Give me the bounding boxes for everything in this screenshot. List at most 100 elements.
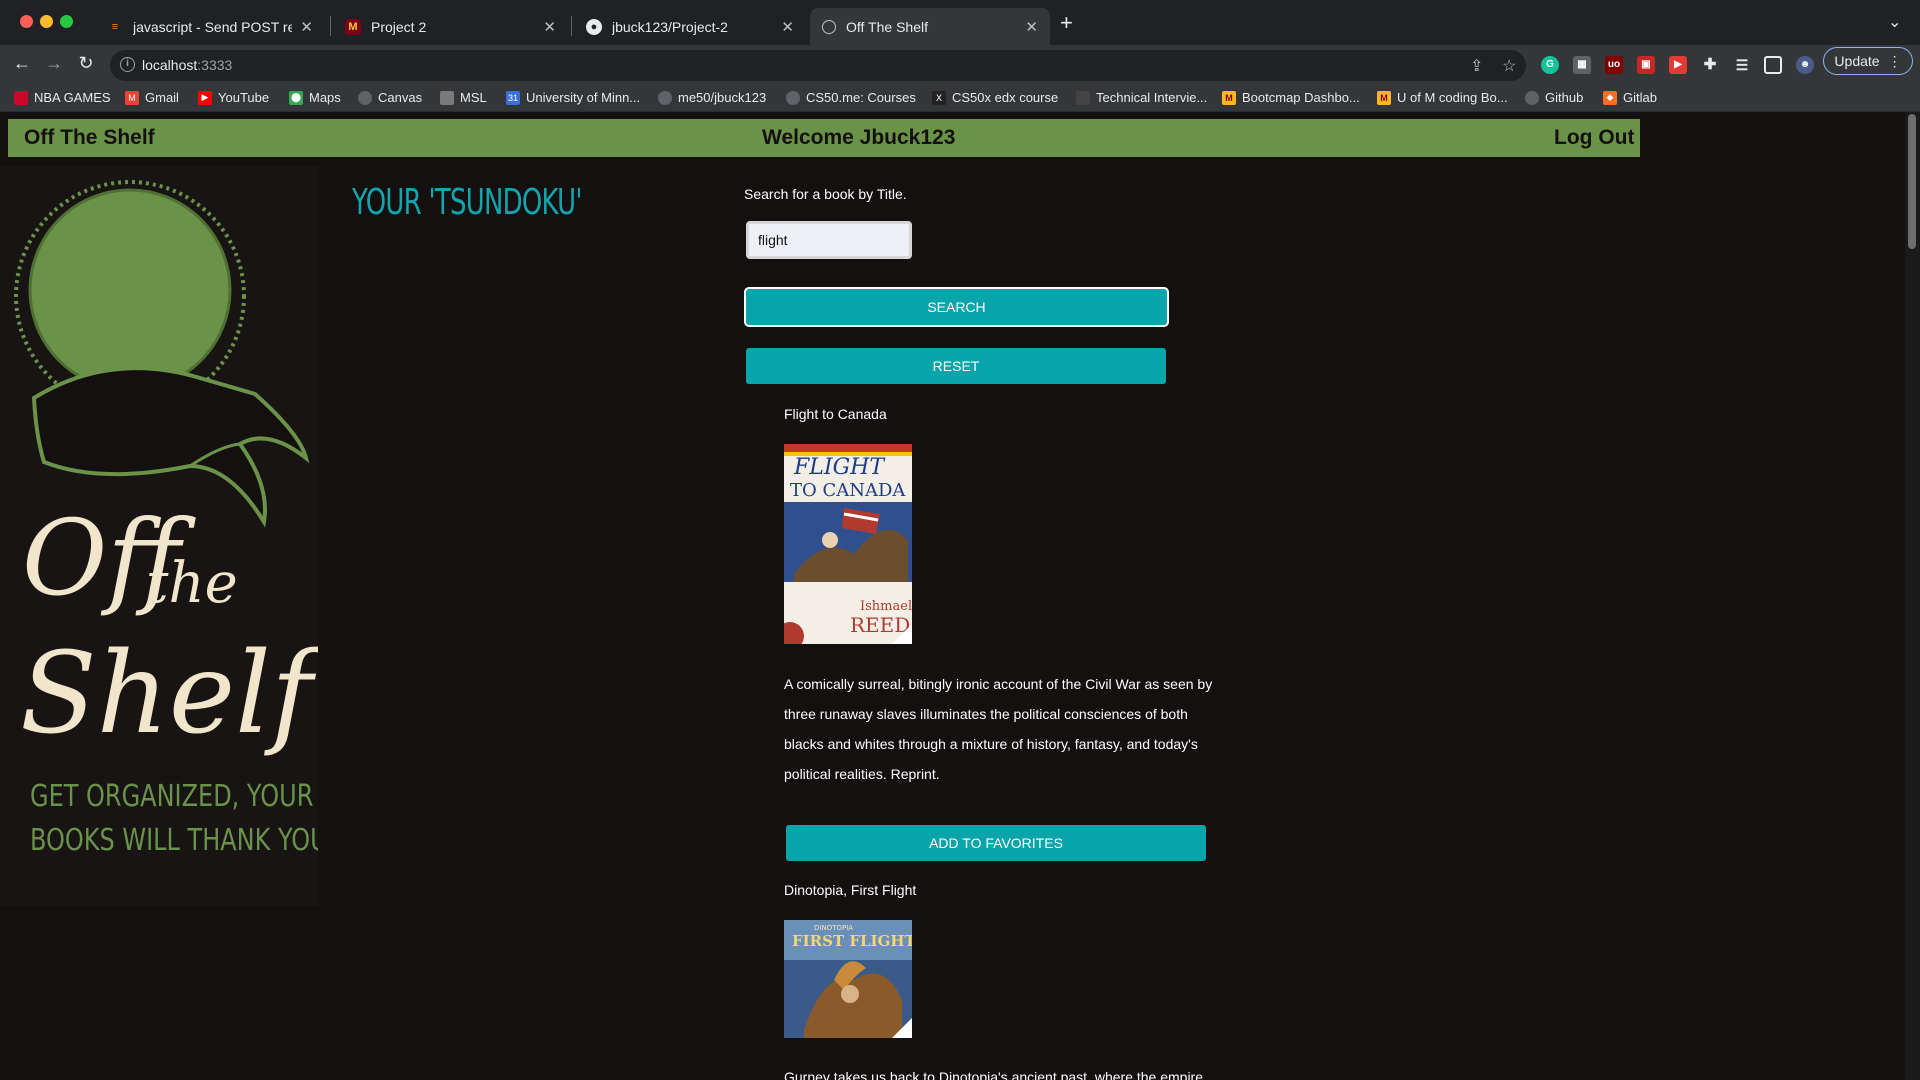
tab-title: Off The Shelf — [846, 18, 928, 35]
tab-search-icon[interactable]: ⌄ — [1888, 12, 1901, 32]
side-panel-icon[interactable] — [1764, 56, 1782, 74]
close-tab-icon[interactable]: ✕ — [1025, 18, 1038, 36]
bookmark-star-icon[interactable]: ☆ — [1502, 56, 1516, 76]
svg-text:GET ORGANIZED, YOUR: GET ORGANIZED, YOUR — [30, 779, 314, 813]
search-button[interactable]: SEARCH — [744, 287, 1169, 327]
reset-button[interactable]: RESET — [746, 348, 1166, 384]
svg-text:the: the — [146, 551, 238, 616]
globe-icon — [822, 19, 836, 34]
scrollbar-thumb[interactable] — [1908, 114, 1916, 249]
close-tab-icon[interactable]: ✕ — [300, 18, 313, 36]
browser-tab[interactable]: ● jbuck123/Project-2 ✕ — [574, 8, 806, 45]
tab-title: Project 2 — [371, 18, 427, 35]
page-scrollbar[interactable] — [1905, 112, 1920, 1080]
address-bar[interactable]: i localhost:3333 ⇪ ☆ — [110, 50, 1526, 81]
bookmark-nba-games[interactable]: NBA GAMES — [14, 90, 111, 105]
umn-icon: M — [345, 18, 361, 35]
off-the-shelf-logo: Off the Shelf GET ORGANIZED, YOUR BOOKS … — [14, 180, 330, 858]
page-viewport: Off The Shelf Welcome Jbuck123 Log Out O… — [0, 112, 1920, 1080]
book-description: Gurney takes us back to Dinotopia's anci… — [784, 1069, 1204, 1080]
close-tab-icon[interactable]: ✕ — [543, 18, 556, 36]
bookmark-canvas[interactable]: Canvas — [358, 90, 422, 105]
umn-icon: M — [1222, 90, 1236, 105]
browser-tab[interactable]: M Project 2 ✕ — [333, 8, 568, 45]
welcome-text: Welcome Jbuck123 — [762, 126, 956, 149]
svg-text:REED: REED — [850, 613, 910, 637]
edx-icon: X — [932, 90, 946, 105]
book-title: Dinotopia, First Flight — [784, 882, 917, 898]
browser-tab-active[interactable]: Off The Shelf ✕ — [810, 8, 1050, 45]
bookmark-msl[interactable]: MSL — [440, 90, 487, 105]
back-button[interactable]: ← — [10, 53, 34, 74]
bookmark-me50[interactable]: me50/jbuck123 — [658, 90, 766, 105]
tab-divider — [571, 16, 572, 36]
bookmark-u-of-m-coding[interactable]: MU of M coding Bo... — [1377, 90, 1508, 105]
grammarly-extension-icon[interactable]: G — [1541, 56, 1559, 74]
extensions-puzzle-icon[interactable]: ✚ — [1701, 56, 1719, 74]
svg-text:FLIGHT: FLIGHT — [793, 455, 886, 480]
bookmark-cs50-courses[interactable]: CS50.me: Courses — [786, 90, 916, 105]
bookmark-cs50x-edx[interactable]: X CS50x edx course — [932, 90, 1058, 105]
nba-icon — [14, 90, 28, 105]
reload-button[interactable]: ↻ — [74, 53, 98, 74]
book-description: A comically surreal, bitingly ironic acc… — [784, 676, 1213, 782]
logout-link[interactable]: Log Out — [1554, 126, 1634, 150]
profile-avatar[interactable]: ☻ — [1796, 56, 1814, 74]
globe-icon — [358, 90, 372, 105]
svg-text:BOOKS WILL THANK YOU: BOOKS WILL THANK YOU — [30, 823, 318, 857]
globe-icon — [786, 90, 800, 105]
calendar-icon: 31 — [506, 90, 520, 105]
bookmark-technical-interview[interactable]: Technical Intervie... — [1076, 90, 1207, 105]
github-icon — [1525, 90, 1539, 105]
gmail-icon: M — [125, 90, 139, 105]
book-cover-image: DINOTOPIA FIRST FLIGHT — [784, 920, 912, 1038]
logo-panel: Off the Shelf GET ORGANIZED, YOUR BOOKS … — [0, 166, 330, 906]
book-cover-image: FLIGHT TO CANADA Ishmael REED — [784, 444, 912, 644]
browser-toolbar: ← → ↻ i localhost:3333 ⇪ ☆ G ▦ uo ▣ ▶ ✚ … — [0, 45, 1920, 86]
maps-icon: ⬤ — [289, 90, 303, 105]
qr-extension-icon[interactable]: ▦ — [1573, 56, 1591, 74]
bookmark-university-of-minn[interactable]: 31 University of Minn... — [506, 90, 640, 105]
book-title: Flight to Canada — [784, 406, 887, 422]
msl-icon — [440, 90, 454, 105]
ublock-extension-icon[interactable]: uo — [1605, 56, 1623, 74]
minimize-window-button[interactable] — [40, 15, 53, 28]
brand-link[interactable]: Off The Shelf — [24, 126, 155, 150]
github-icon — [658, 90, 672, 105]
search-input[interactable] — [746, 221, 912, 259]
reading-list-icon[interactable]: ☰ — [1733, 56, 1751, 74]
book-icon — [1076, 90, 1090, 105]
maximize-window-button[interactable] — [60, 15, 73, 28]
umn-icon: M — [1377, 90, 1391, 105]
svg-text:DINOTOPIA: DINOTOPIA — [814, 924, 853, 932]
new-tab-button[interactable]: + — [1060, 10, 1073, 36]
add-to-favorites-button[interactable]: ADD TO FAVORITES — [786, 825, 1206, 861]
bookmark-youtube[interactable]: ▶ YouTube — [198, 90, 269, 105]
bookmark-github[interactable]: Github — [1525, 90, 1583, 105]
github-icon: ● — [586, 18, 602, 35]
svg-text:Shelf: Shelf — [20, 629, 318, 759]
gitlab-icon: ◆ — [1603, 90, 1617, 105]
stackoverflow-icon: ≡ — [111, 20, 119, 33]
bookmark-gitlab[interactable]: ◆ Gitlab — [1603, 90, 1657, 105]
bookmark-bootcamp-dashboard[interactable]: M Bootcmap Dashbo... — [1222, 90, 1360, 105]
close-window-button[interactable] — [20, 15, 33, 28]
video-extension-icon[interactable]: ▶ — [1669, 56, 1687, 74]
search-label: Search for a book by Title. — [744, 186, 907, 202]
share-icon[interactable]: ⇪ — [1470, 56, 1483, 76]
site-info-icon[interactable]: i — [120, 57, 135, 72]
tab-title: javascript - Send POST reque… — [133, 18, 293, 35]
url-text[interactable]: localhost:3333 — [142, 57, 232, 73]
update-button[interactable]: Update ⋮ — [1823, 47, 1913, 75]
forward-button[interactable]: → — [42, 53, 66, 74]
youtube-icon: ▶ — [198, 90, 212, 105]
pdf-extension-icon[interactable]: ▣ — [1637, 56, 1655, 74]
bookmark-gmail[interactable]: M Gmail — [125, 90, 179, 105]
browser-tab[interactable]: ≡ javascript - Send POST reque… ✕ — [95, 8, 325, 45]
tab-divider — [330, 16, 331, 36]
svg-text:FIRST FLIGHT: FIRST FLIGHT — [792, 932, 912, 950]
close-tab-icon[interactable]: ✕ — [781, 18, 794, 36]
bookmark-maps[interactable]: ⬤ Maps — [289, 90, 341, 105]
bookmarks-bar: NBA GAMES M Gmail ▶ YouTube ⬤ Maps Canvas M… — [0, 86, 1920, 112]
browser-tabstrip: ≡ javascript - Send POST reque… ✕ M Proj… — [0, 0, 1920, 45]
